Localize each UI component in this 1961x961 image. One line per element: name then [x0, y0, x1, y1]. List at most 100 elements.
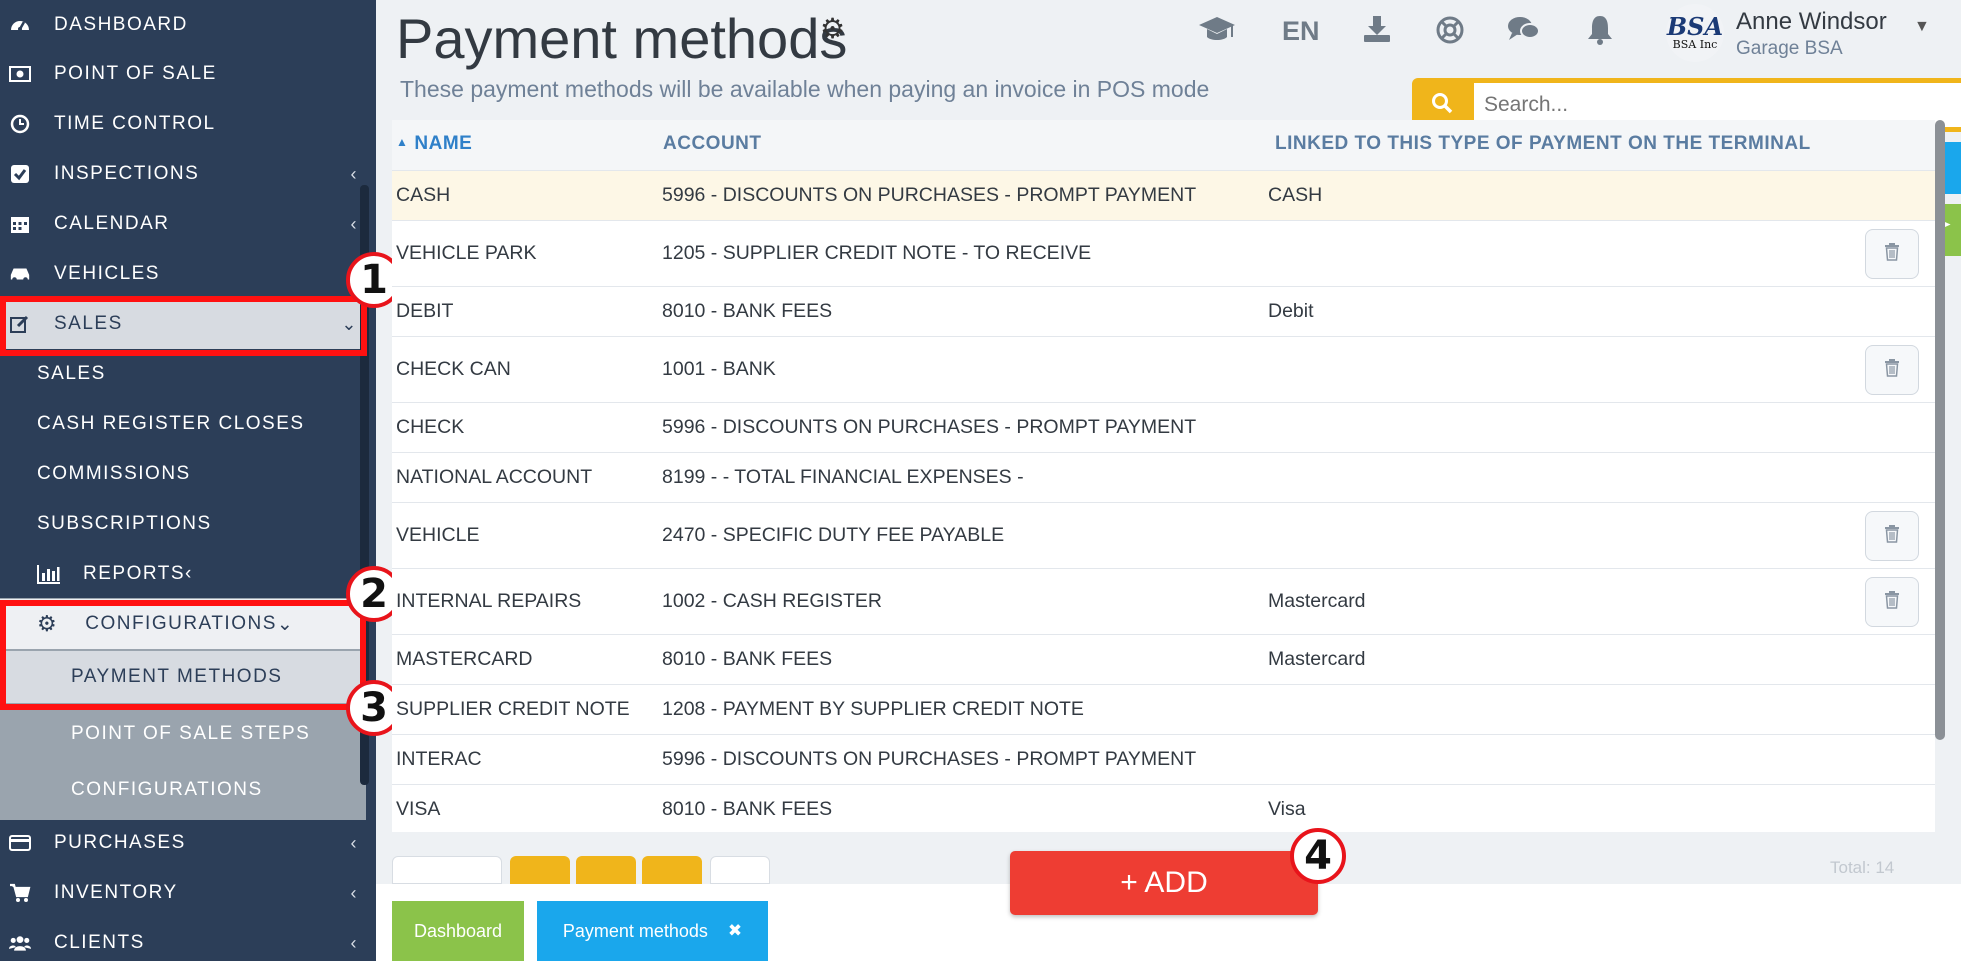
sidebar-item-label: CALENDAR: [54, 213, 170, 234]
table-row[interactable]: CHECK 5996 - DISCOUNTS ON PURCHASES - PRO…: [392, 402, 1935, 452]
sidebar-item-label: INSPECTIONS: [54, 163, 200, 184]
pagination-prev[interactable]: [392, 856, 502, 884]
add-button[interactable]: + ADD: [1010, 851, 1318, 915]
lifebuoy-icon[interactable]: [1434, 14, 1466, 46]
chevron-down-icon: ⌄: [276, 613, 295, 635]
table-row[interactable]: VISA 8010 - BANK FEES Visa: [392, 784, 1935, 834]
table-row[interactable]: NATIONAL ACCOUNT 8199 - - TOTAL FINANCIAL…: [392, 452, 1935, 502]
sidebar-subitem-sales[interactable]: SALES: [0, 349, 366, 399]
cell-name: SUPPLIER CREDIT NOTE: [396, 698, 630, 720]
sidebar-item-vehicles[interactable]: VEHICLES: [0, 249, 366, 299]
sidebar-subitem-commissions[interactable]: COMMISSIONS: [0, 449, 366, 499]
sidebar-subitem-configurations[interactable]: ⚙ CONFIGURATIONS ⌄: [0, 599, 366, 649]
cell-account: 1002 - CASH REGISTER: [662, 590, 882, 612]
column-header-account[interactable]: ACCOUNT: [663, 133, 762, 155]
avatar[interactable]: BSA BSA Inc: [1666, 4, 1724, 62]
sidebar-subitem-cash-register-closes[interactable]: CASH REGISTER CLOSES: [0, 399, 366, 449]
table-row[interactable]: VEHICLE PARK 1205 - SUPPLIER CREDIT NOTE …: [392, 220, 1935, 286]
cell-linked: Visa: [1268, 798, 1306, 820]
chat-icon[interactable]: [1506, 14, 1540, 44]
table-row[interactable]: MASTERCARD 8010 - BANK FEES Mastercard: [392, 634, 1935, 684]
pagination-page[interactable]: [642, 856, 702, 884]
column-header-linked[interactable]: LINKED TO THIS TYPE OF PAYMENT ON THE TE…: [1275, 133, 1811, 155]
sidebar-item-label: SALES: [54, 313, 123, 334]
app-root: DASHBOARD POINT OF SALE TIME CONTROL INS…: [0, 0, 1961, 961]
table-row[interactable]: DEBIT 8010 - BANK FEES Debit: [392, 286, 1935, 336]
sidebar-subitem-configurations-settings[interactable]: CONFIGURATIONS: [0, 765, 366, 815]
calendar-icon: [9, 213, 31, 235]
graduation-cap-icon[interactable]: [1198, 14, 1236, 44]
sidebar-item-label: INVENTORY: [54, 882, 178, 903]
caret-down-icon[interactable]: ▼: [1914, 18, 1930, 36]
cell-account: 1208 - PAYMENT BY SUPPLIER CREDIT NOTE: [662, 698, 1084, 720]
sidebar-item-sales[interactable]: SALES ⌄: [0, 299, 366, 349]
chevron-left-icon: ‹: [350, 933, 358, 953]
sidebar-item-point-of-sale[interactable]: POINT OF SALE: [0, 49, 366, 99]
sidebar-item-label: CASH REGISTER CLOSES: [37, 413, 305, 434]
gear-icon[interactable]: ⚙: [820, 12, 845, 45]
sidebar-item-clients[interactable]: CLIENTS ‹: [0, 918, 366, 961]
pagination-next[interactable]: [710, 856, 770, 884]
table-row[interactable]: INTERAC 5996 - DISCOUNTS ON PURCHASES - P…: [392, 734, 1935, 784]
sidebar-item-label: CONFIGURATIONS: [85, 613, 277, 634]
cell-account: 1205 - SUPPLIER CREDIT NOTE - TO RECEIVE: [662, 242, 1092, 264]
sidebar-item-label: TIME CONTROL: [54, 113, 216, 134]
pagination-page[interactable]: [510, 856, 570, 884]
callout-4: 4: [1290, 828, 1346, 884]
table-row[interactable]: VEHICLE 2470 - SPECIFIC DUTY FEE PAYABLE: [392, 502, 1935, 568]
user-name[interactable]: Anne Windsor: [1736, 8, 1887, 36]
checkbox-icon: [9, 163, 31, 185]
sidebar-subitem-payment-methods[interactable]: PAYMENT METHODS: [0, 651, 366, 703]
callout-number: 2: [360, 571, 388, 617]
sidebar-subitem-subscriptions[interactable]: SUBSCRIPTIONS: [0, 499, 366, 549]
cell-account: 5996 - DISCOUNTS ON PURCHASES - PROMPT P…: [662, 748, 1197, 770]
callout-number: 1: [360, 257, 388, 303]
delete-button[interactable]: [1865, 577, 1919, 627]
table-scrollbar[interactable]: [1935, 120, 1945, 740]
credit-card-icon: [9, 832, 31, 854]
sidebar-item-inspections[interactable]: INSPECTIONS ‹: [0, 149, 366, 199]
sidebar-subitem-reports[interactable]: REPORTS ‹: [0, 549, 366, 599]
bell-icon[interactable]: [1586, 14, 1614, 46]
delete-button[interactable]: [1865, 511, 1919, 561]
delete-button[interactable]: [1865, 345, 1919, 395]
table-row[interactable]: INTERNAL REPAIRS 1002 - CASH REGISTER Mast…: [392, 568, 1935, 634]
column-header-name[interactable]: ▲ NAME: [396, 133, 472, 155]
tab-dashboard[interactable]: Dashboard: [392, 901, 524, 961]
delete-button[interactable]: [1865, 229, 1919, 279]
money-icon: [9, 63, 31, 85]
tab-label: Payment methods: [562, 920, 708, 941]
sidebar-item-label: POINT OF SALE: [54, 63, 217, 84]
sidebar-item-dashboard[interactable]: DASHBOARD: [0, 0, 366, 50]
table-row[interactable]: CHECK CAN 1001 - BANK: [392, 336, 1935, 402]
chevron-down-icon: ⌄: [341, 314, 358, 334]
sidebar-item-inventory[interactable]: INVENTORY ‹: [0, 868, 366, 918]
user-org: Garage BSA: [1736, 38, 1843, 59]
sidebar-subitem-point-of-sale-steps[interactable]: POINT OF SALE STEPS: [0, 709, 366, 759]
sidebar-item-purchases[interactable]: PURCHASES ‹: [0, 818, 366, 868]
avatar-logo-subtext: BSA Inc: [1672, 38, 1718, 51]
sidebar-item-time-control[interactable]: TIME CONTROL: [0, 99, 366, 149]
language-selector[interactable]: EN: [1282, 16, 1320, 47]
chevron-left-icon: ‹: [185, 563, 193, 584]
page-title: Payment methods: [396, 7, 848, 70]
sort-asc-icon: ▲: [396, 135, 409, 149]
search-icon: [1431, 92, 1453, 119]
sidebar-item-label: CONFIGURATIONS: [71, 779, 263, 800]
sidebar-item-label: COMMISSIONS: [37, 463, 191, 484]
download-icon[interactable]: [1362, 14, 1392, 44]
cell-name: NATIONAL ACCOUNT: [396, 466, 593, 488]
cell-account: 8010 - BANK FEES: [662, 798, 833, 820]
chevron-left-icon: ‹: [350, 883, 358, 903]
pagination-page[interactable]: [576, 856, 636, 884]
close-icon[interactable]: ✖: [728, 921, 742, 941]
table-header: ▲ NAME ACCOUNT LINKED TO THIS TYPE OF PAY…: [392, 120, 1935, 170]
sidebar-item-calendar[interactable]: CALENDAR ‹: [0, 199, 366, 249]
cell-name: CHECK CAN: [396, 358, 511, 380]
tab-payment-methods[interactable]: Payment methods ✖: [537, 901, 768, 961]
table-row[interactable]: SUPPLIER CREDIT NOTE 1208 - PAYMENT BY SU…: [392, 684, 1935, 734]
clock-icon: [9, 113, 31, 135]
trash-icon: [1884, 242, 1900, 266]
table-row[interactable]: CASH 5996 - DISCOUNTS ON PURCHASES - PROM…: [392, 170, 1935, 220]
cell-account: 8010 - BANK FEES: [662, 648, 833, 670]
